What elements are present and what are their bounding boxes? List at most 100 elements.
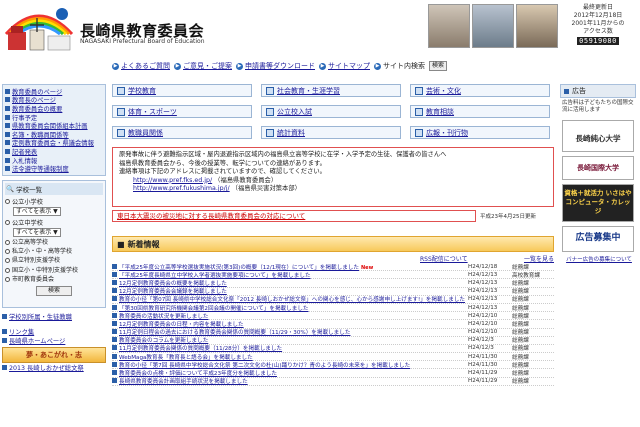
fukushima-notice: 原発事故に伴う避難指示区域・屋内退避指示区域内の福島県立高等学校に在学・入学予定…	[112, 147, 554, 207]
bullet-icon	[2, 328, 7, 334]
bullet-icon	[5, 123, 10, 129]
prefecture-homepage-link[interactable]: 長崎県ホームページ	[2, 336, 106, 345]
bullet-icon	[2, 364, 7, 370]
nav-sitemap[interactable]: ▶ サイトマップ	[319, 61, 370, 71]
ad-header: 広告	[560, 84, 636, 98]
bullet-icon	[564, 88, 569, 94]
radio-icon[interactable]	[5, 249, 10, 255]
sidebar-item[interactable]: 法令遵守等通報制度	[5, 164, 103, 173]
sidebar-item[interactable]: 名簿・教職員関係等	[5, 130, 103, 139]
sidebar-item[interactable]: 行事予定	[5, 113, 103, 121]
news-row[interactable]: 長崎県教育委員会計画取組手続状況を掲載しました H24/11/29 総務課	[112, 378, 554, 386]
sidebar-item[interactable]: 教育長のページ	[5, 96, 103, 104]
bullet-icon	[112, 329, 117, 335]
category-staff[interactable]: 教職員関係	[112, 126, 252, 139]
site-search-button[interactable]: 検索	[429, 61, 448, 71]
news-link[interactable]: 12月定例教育委員会の日程・内容を掲載しました	[119, 322, 244, 328]
news-link[interactable]: WebMaga教育長「教育長と語る会」を掲載しました	[119, 355, 253, 361]
news-link[interactable]: 11月定例日程会の過去における教育委員会関係の質問概要（11/29・30%）を掲…	[119, 330, 350, 336]
ad-junshin[interactable]: 長崎純心大学	[562, 120, 634, 152]
ad-kokusai[interactable]: 長崎国際大学	[562, 156, 634, 180]
category-social-education[interactable]: 社会教育・生涯学習	[261, 84, 401, 97]
news-link[interactable]: 教育の小径「第07回 長崎県中学校総合文化祭「2012 長崎しおかぜ総文祭」への…	[119, 297, 465, 303]
bullet-icon	[112, 312, 117, 318]
category-counseling[interactable]: 教育相談	[410, 105, 550, 118]
site-logo-icon[interactable]	[4, 4, 74, 52]
news-link[interactable]: 11月定例教育委員会関係の質問概要（11/28分）を掲載しました	[119, 346, 282, 352]
sidebar-item[interactable]: 記者発表	[5, 147, 103, 156]
radio-high-school[interactable]: 公立高等学校	[5, 239, 103, 246]
news-date: H24/12/13	[468, 288, 498, 295]
news-category: 総務課	[512, 313, 529, 320]
notice-line: 原発事故に伴う避難指示区域・屋内退避指示区域内の福島県立高等学校に在学・入学予定…	[119, 151, 447, 158]
category-sports[interactable]: 体育・スポーツ	[112, 105, 252, 118]
radio-municipal-board[interactable]: 市町教育委員会	[5, 276, 103, 283]
ad-recruit[interactable]: 広告募集中	[562, 226, 634, 252]
sidebar-item[interactable]: 定例教育委員会・県議会情報	[5, 139, 103, 147]
news-link[interactable]: 教育委員会のコラムを更新しました	[119, 338, 208, 344]
radio-special-support[interactable]: 県立特別支援学校	[5, 257, 103, 264]
news-category: 総務課	[512, 297, 529, 304]
radio-icon[interactable]	[5, 198, 10, 204]
bullet-icon	[5, 131, 10, 137]
elementary-select[interactable]: すべてを表示 ▼	[13, 206, 61, 216]
nav-faq[interactable]: ▶ よくあるご質問	[112, 61, 170, 71]
nav-download[interactable]: ▶ 申請書等ダウンロード	[236, 61, 315, 71]
links-item[interactable]: リンク集	[2, 327, 106, 336]
bullet-icon	[112, 370, 117, 376]
category-icon	[117, 128, 125, 137]
radio-icon[interactable]	[5, 240, 10, 246]
news-link[interactable]: 12月定例教育委員会会議録を掲載しました	[119, 289, 227, 295]
category-arts-culture[interactable]: 芸術・文化	[410, 84, 550, 97]
junior-high-select[interactable]: すべてを表示 ▼	[13, 227, 61, 237]
news-link[interactable]: 教育の小径「第7回 長崎県中学校総合文化祭 第二次文化の杜(山)踊りかけ？青のよ…	[119, 363, 410, 369]
soubunsai-link[interactable]: 2013 長崎しおかぜ総文祭	[2, 363, 106, 372]
radio-junior-high[interactable]: 公立中学校	[5, 218, 103, 227]
radio-icon[interactable]	[5, 219, 10, 225]
sidebar-item[interactable]: 教育委員のページ	[5, 87, 103, 96]
radio-elementary[interactable]: 公立小学校	[5, 197, 103, 206]
ad-isahaya[interactable]: 資格＋就活力 いさはや コンピュータ・カレッジ	[562, 184, 634, 222]
news-link[interactable]: 教育委員の活動状況を更新しました	[119, 314, 209, 320]
bullet-icon	[112, 296, 117, 302]
earthquake-link[interactable]: 東日本大震災の被災地に対する長崎県教育委員会の対応について	[112, 210, 476, 222]
news-title: 12月定例教育委員会の日程・内容を掲載しました	[112, 320, 468, 328]
earthquake-updated-date: 平成23年4月25日更新	[480, 214, 536, 220]
sidebar-item[interactable]: 教育委員会の概要	[5, 104, 103, 113]
notice-url-1[interactable]: http://www.pref.fks.ed.jp/	[133, 177, 212, 184]
category-icon	[415, 128, 423, 137]
sidebar-item[interactable]: 県教育委員会関係組本計画	[5, 121, 103, 130]
category-publications[interactable]: 広報・刊行物	[410, 126, 550, 139]
sidebar-item[interactable]: 入札情報	[5, 156, 103, 164]
dream-banner[interactable]: 夢・あこがれ・志	[2, 346, 106, 363]
news-link[interactable]: 「平成25年度公立高等学校選抜実施状況(第3回)の概要（12/1現在）について」…	[119, 265, 359, 271]
radio-private-school[interactable]: 私立小・中・高等学校	[5, 248, 103, 255]
notice-url-2[interactable]: http://www.pref.fukushima.jp/j/	[133, 185, 230, 192]
header-photo	[472, 4, 514, 48]
school-link[interactable]: 学校別所属・生徒教職	[2, 312, 106, 321]
news-link[interactable]: 「第30回県教育研究所機関会議第2回会議の開催について」を掲載しました	[119, 306, 309, 312]
category-entrance-exam[interactable]: 公立校入試	[261, 105, 401, 118]
ad-recruit-link[interactable]: バナー広告の募集について	[562, 257, 636, 264]
updated-label: 最終更新日	[582, 4, 613, 11]
bullet-icon	[112, 345, 117, 351]
news-icon: ■	[117, 239, 125, 249]
radio-icon[interactable]	[5, 276, 10, 282]
news-link[interactable]: 12月定例教育委員会の概要を掲載しました	[119, 281, 227, 287]
category-school-education[interactable]: 学校教育	[112, 84, 252, 97]
category-grid: 学校教育 社会教育・生涯学習 芸術・文化 体育・スポーツ 公立校入試 教育相談 …	[112, 84, 552, 142]
news-link[interactable]: 教育委員会の点検・評価について平成23年度分を掲載しました	[119, 371, 277, 377]
school-search-button[interactable]: 検索	[36, 285, 72, 296]
radio-icon[interactable]	[5, 267, 10, 273]
site-subtitle: NAGASAKI Prefectural Board of Education	[80, 38, 205, 45]
nav-opinion[interactable]: ▶ ご意見・ご提案	[174, 61, 232, 71]
news-header: ■ 新着情報	[112, 236, 554, 252]
category-statistics[interactable]: 統計資料	[261, 126, 401, 139]
radio-national-school[interactable]: 国立小・中特別支援学校	[5, 267, 103, 274]
news-link[interactable]: 長崎県教育委員会計画取組手続状況を掲載しました	[119, 379, 248, 385]
news-link[interactable]: 「平成25年度長崎県立中学校入学者選抜実施要項について」を掲載しました	[119, 273, 311, 279]
radio-icon[interactable]	[5, 258, 10, 264]
header-photo	[516, 4, 558, 48]
bullet-icon	[112, 263, 117, 269]
notice-url-1-note: （福島県教育委員会）	[214, 176, 278, 184]
